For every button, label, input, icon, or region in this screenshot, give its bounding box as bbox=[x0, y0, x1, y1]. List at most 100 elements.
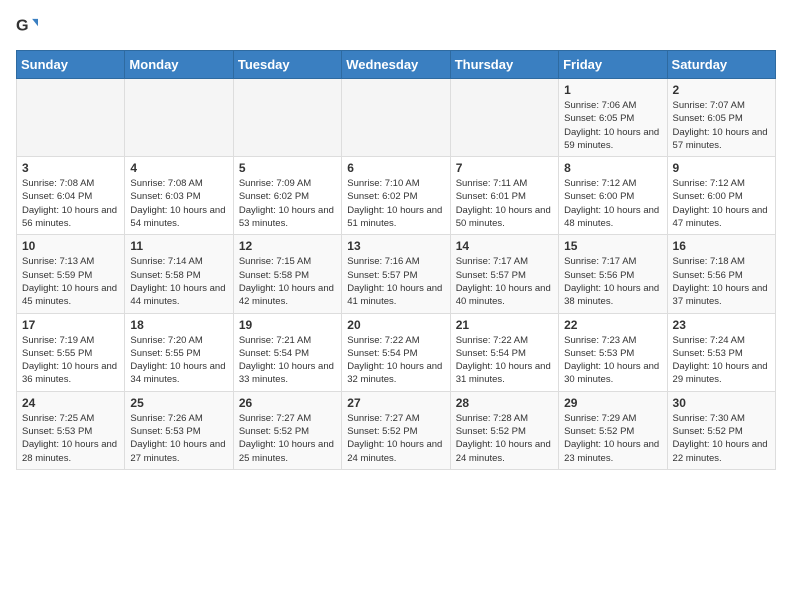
day-info: Sunrise: 7:11 AM Sunset: 6:01 PM Dayligh… bbox=[456, 177, 553, 230]
day-number: 13 bbox=[347, 239, 444, 253]
calendar-week-3: 10 Sunrise: 7:13 AM Sunset: 5:59 PM Dayli… bbox=[17, 235, 776, 313]
day-info: Sunrise: 7:20 AM Sunset: 5:55 PM Dayligh… bbox=[130, 334, 227, 387]
calendar-cell: 20 Sunrise: 7:22 AM Sunset: 5:54 PM Dayli… bbox=[342, 313, 450, 391]
calendar-cell: 29 Sunrise: 7:29 AM Sunset: 5:52 PM Dayli… bbox=[559, 391, 667, 469]
day-info: Sunrise: 7:22 AM Sunset: 5:54 PM Dayligh… bbox=[456, 334, 553, 387]
day-info: Sunrise: 7:22 AM Sunset: 5:54 PM Dayligh… bbox=[347, 334, 444, 387]
day-number: 28 bbox=[456, 396, 553, 410]
weekday-header-wednesday: Wednesday bbox=[342, 51, 450, 79]
calendar-week-5: 24 Sunrise: 7:25 AM Sunset: 5:53 PM Dayli… bbox=[17, 391, 776, 469]
page-header: G bbox=[16, 16, 776, 38]
calendar-cell: 25 Sunrise: 7:26 AM Sunset: 5:53 PM Dayli… bbox=[125, 391, 233, 469]
day-number: 14 bbox=[456, 239, 553, 253]
day-number: 8 bbox=[564, 161, 661, 175]
day-info: Sunrise: 7:07 AM Sunset: 6:05 PM Dayligh… bbox=[673, 99, 770, 152]
logo: G bbox=[16, 16, 42, 38]
calendar-table: SundayMondayTuesdayWednesdayThursdayFrid… bbox=[16, 50, 776, 470]
calendar-cell: 15Sunrise: 7:17 AM Sunset: 5:56 PM Dayli… bbox=[559, 235, 667, 313]
weekday-header-saturday: Saturday bbox=[667, 51, 775, 79]
day-number: 2 bbox=[673, 83, 770, 97]
day-info: Sunrise: 7:27 AM Sunset: 5:52 PM Dayligh… bbox=[239, 412, 336, 465]
day-number: 30 bbox=[673, 396, 770, 410]
day-info: Sunrise: 7:08 AM Sunset: 6:04 PM Dayligh… bbox=[22, 177, 119, 230]
day-number: 11 bbox=[130, 239, 227, 253]
day-number: 26 bbox=[239, 396, 336, 410]
calendar-cell: 11 Sunrise: 7:14 AM Sunset: 5:58 PM Dayli… bbox=[125, 235, 233, 313]
day-info: Sunrise: 7:15 AM Sunset: 5:58 PM Dayligh… bbox=[239, 255, 336, 308]
day-number: 25 bbox=[130, 396, 227, 410]
day-info: Sunrise: 7:24 AM Sunset: 5:53 PM Dayligh… bbox=[673, 334, 770, 387]
day-info: Sunrise: 7:09 AM Sunset: 6:02 PM Dayligh… bbox=[239, 177, 336, 230]
day-number: 23 bbox=[673, 318, 770, 332]
calendar-cell: 1Sunrise: 7:06 AM Sunset: 6:05 PM Daylig… bbox=[559, 79, 667, 157]
calendar-cell: 18Sunrise: 7:20 AM Sunset: 5:55 PM Dayli… bbox=[125, 313, 233, 391]
calendar-cell bbox=[342, 79, 450, 157]
calendar-cell bbox=[125, 79, 233, 157]
calendar-week-4: 17 Sunrise: 7:19 AM Sunset: 5:55 PM Dayli… bbox=[17, 313, 776, 391]
calendar-cell: 19 Sunrise: 7:21 AM Sunset: 5:54 PM Dayli… bbox=[233, 313, 341, 391]
day-number: 29 bbox=[564, 396, 661, 410]
day-info: Sunrise: 7:30 AM Sunset: 5:52 PM Dayligh… bbox=[673, 412, 770, 465]
day-info: Sunrise: 7:26 AM Sunset: 5:53 PM Dayligh… bbox=[130, 412, 227, 465]
calendar-cell: 7 Sunrise: 7:11 AM Sunset: 6:01 PM Daylig… bbox=[450, 157, 558, 235]
calendar-body: 1Sunrise: 7:06 AM Sunset: 6:05 PM Daylig… bbox=[17, 79, 776, 470]
logo-icon: G bbox=[16, 16, 38, 38]
calendar-cell: 23 Sunrise: 7:24 AM Sunset: 5:53 PM Dayli… bbox=[667, 313, 775, 391]
calendar-cell: 3 Sunrise: 7:08 AM Sunset: 6:04 PM Daylig… bbox=[17, 157, 125, 235]
weekday-header-friday: Friday bbox=[559, 51, 667, 79]
day-number: 17 bbox=[22, 318, 119, 332]
calendar-cell: 17 Sunrise: 7:19 AM Sunset: 5:55 PM Dayli… bbox=[17, 313, 125, 391]
calendar-cell: 24 Sunrise: 7:25 AM Sunset: 5:53 PM Dayli… bbox=[17, 391, 125, 469]
calendar-cell: 6Sunrise: 7:10 AM Sunset: 6:02 PM Daylig… bbox=[342, 157, 450, 235]
calendar-cell: 12 Sunrise: 7:15 AM Sunset: 5:58 PM Dayli… bbox=[233, 235, 341, 313]
day-info: Sunrise: 7:12 AM Sunset: 6:00 PM Dayligh… bbox=[673, 177, 770, 230]
day-number: 10 bbox=[22, 239, 119, 253]
day-info: Sunrise: 7:16 AM Sunset: 5:57 PM Dayligh… bbox=[347, 255, 444, 308]
calendar-cell: 21 Sunrise: 7:22 AM Sunset: 5:54 PM Dayli… bbox=[450, 313, 558, 391]
day-number: 21 bbox=[456, 318, 553, 332]
day-number: 19 bbox=[239, 318, 336, 332]
calendar-week-2: 3 Sunrise: 7:08 AM Sunset: 6:04 PM Daylig… bbox=[17, 157, 776, 235]
weekday-header-thursday: Thursday bbox=[450, 51, 558, 79]
calendar-cell: 16Sunrise: 7:18 AM Sunset: 5:56 PM Dayli… bbox=[667, 235, 775, 313]
calendar-cell: 4Sunrise: 7:08 AM Sunset: 6:03 PM Daylig… bbox=[125, 157, 233, 235]
day-number: 24 bbox=[22, 396, 119, 410]
day-info: Sunrise: 7:13 AM Sunset: 5:59 PM Dayligh… bbox=[22, 255, 119, 308]
day-number: 9 bbox=[673, 161, 770, 175]
day-info: Sunrise: 7:29 AM Sunset: 5:52 PM Dayligh… bbox=[564, 412, 661, 465]
weekday-header-sunday: Sunday bbox=[17, 51, 125, 79]
weekday-header-tuesday: Tuesday bbox=[233, 51, 341, 79]
day-info: Sunrise: 7:10 AM Sunset: 6:02 PM Dayligh… bbox=[347, 177, 444, 230]
calendar-cell bbox=[17, 79, 125, 157]
day-number: 15 bbox=[564, 239, 661, 253]
weekday-header-monday: Monday bbox=[125, 51, 233, 79]
calendar-cell: 26 Sunrise: 7:27 AM Sunset: 5:52 PM Dayli… bbox=[233, 391, 341, 469]
day-info: Sunrise: 7:12 AM Sunset: 6:00 PM Dayligh… bbox=[564, 177, 661, 230]
calendar-cell: 10 Sunrise: 7:13 AM Sunset: 5:59 PM Dayli… bbox=[17, 235, 125, 313]
day-info: Sunrise: 7:18 AM Sunset: 5:56 PM Dayligh… bbox=[673, 255, 770, 308]
day-info: Sunrise: 7:08 AM Sunset: 6:03 PM Dayligh… bbox=[130, 177, 227, 230]
calendar-cell: 27 Sunrise: 7:27 AM Sunset: 5:52 PM Dayli… bbox=[342, 391, 450, 469]
day-number: 27 bbox=[347, 396, 444, 410]
calendar-cell: 30 Sunrise: 7:30 AM Sunset: 5:52 PM Dayli… bbox=[667, 391, 775, 469]
day-info: Sunrise: 7:25 AM Sunset: 5:53 PM Dayligh… bbox=[22, 412, 119, 465]
calendar-cell bbox=[233, 79, 341, 157]
calendar-cell: 5 Sunrise: 7:09 AM Sunset: 6:02 PM Daylig… bbox=[233, 157, 341, 235]
day-number: 20 bbox=[347, 318, 444, 332]
weekday-header-row: SundayMondayTuesdayWednesdayThursdayFrid… bbox=[17, 51, 776, 79]
day-number: 7 bbox=[456, 161, 553, 175]
day-info: Sunrise: 7:21 AM Sunset: 5:54 PM Dayligh… bbox=[239, 334, 336, 387]
day-info: Sunrise: 7:27 AM Sunset: 5:52 PM Dayligh… bbox=[347, 412, 444, 465]
day-number: 3 bbox=[22, 161, 119, 175]
calendar-cell: 22Sunrise: 7:23 AM Sunset: 5:53 PM Dayli… bbox=[559, 313, 667, 391]
day-info: Sunrise: 7:17 AM Sunset: 5:57 PM Dayligh… bbox=[456, 255, 553, 308]
calendar-cell: 8 Sunrise: 7:12 AM Sunset: 6:00 PM Daylig… bbox=[559, 157, 667, 235]
day-number: 22 bbox=[564, 318, 661, 332]
calendar-week-1: 1Sunrise: 7:06 AM Sunset: 6:05 PM Daylig… bbox=[17, 79, 776, 157]
day-info: Sunrise: 7:14 AM Sunset: 5:58 PM Dayligh… bbox=[130, 255, 227, 308]
day-number: 12 bbox=[239, 239, 336, 253]
calendar-cell bbox=[450, 79, 558, 157]
calendar-cell: 13 Sunrise: 7:16 AM Sunset: 5:57 PM Dayli… bbox=[342, 235, 450, 313]
day-number: 5 bbox=[239, 161, 336, 175]
day-info: Sunrise: 7:19 AM Sunset: 5:55 PM Dayligh… bbox=[22, 334, 119, 387]
